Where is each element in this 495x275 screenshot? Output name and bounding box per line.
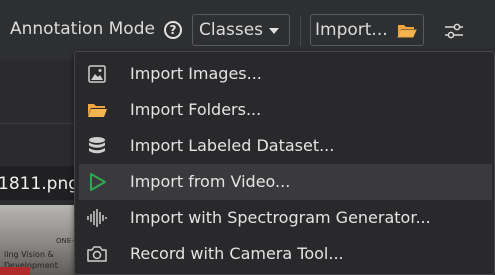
preview-text-line: ling Vision & xyxy=(4,250,54,259)
menu-item-label: Import with Spectrogram Generator... xyxy=(130,208,431,227)
sliders-icon[interactable] xyxy=(444,22,464,44)
menu-item-label: Record with Camera Tool... xyxy=(130,244,344,263)
annotation-mode-label: Annotation Mode xyxy=(10,19,155,39)
import-button-label: Import... xyxy=(315,20,388,40)
image-icon xyxy=(85,63,109,85)
folder-icon xyxy=(397,22,417,42)
play-icon xyxy=(85,171,109,193)
image-filename: 1811.png xyxy=(0,174,80,194)
chevron-down-icon xyxy=(269,28,279,34)
menu-item-import-images[interactable]: Import Images... xyxy=(79,56,492,92)
menu-item-import-labeled-dataset[interactable]: Import Labeled Dataset... xyxy=(79,128,492,164)
menu-item-import-from-video[interactable]: Import from Video... xyxy=(79,164,492,200)
import-menu: Import Images... Import Folders... Impor… xyxy=(74,51,495,275)
database-icon xyxy=(85,135,109,157)
panel-divider xyxy=(0,123,80,124)
menu-item-label: Import Images... xyxy=(130,64,262,83)
folder-icon xyxy=(85,99,109,121)
annotation-mode-value: Classes xyxy=(199,20,264,40)
camera-icon xyxy=(85,243,109,265)
preview-red-region xyxy=(0,267,30,275)
waveform-icon xyxy=(85,207,109,229)
app-window: Annotation Mode ? Classes Import... 1811… xyxy=(0,0,495,275)
menu-item-label: Import from Video... xyxy=(130,172,291,191)
menu-item-label: Import Folders... xyxy=(130,100,262,119)
image-preview: ONE-HALF ling Vision & Development xyxy=(0,205,80,275)
help-icon[interactable]: ? xyxy=(164,21,182,39)
annotation-mode-select[interactable]: Classes xyxy=(192,14,290,46)
menu-item-record-camera[interactable]: Record with Camera Tool... xyxy=(79,236,492,272)
menu-item-import-spectrogram[interactable]: Import with Spectrogram Generator... xyxy=(79,200,492,236)
toolbar-divider xyxy=(300,16,301,46)
menu-item-import-folders[interactable]: Import Folders... xyxy=(79,92,492,128)
menu-item-label: Import Labeled Dataset... xyxy=(130,136,335,155)
import-button[interactable]: Import... xyxy=(310,14,424,46)
